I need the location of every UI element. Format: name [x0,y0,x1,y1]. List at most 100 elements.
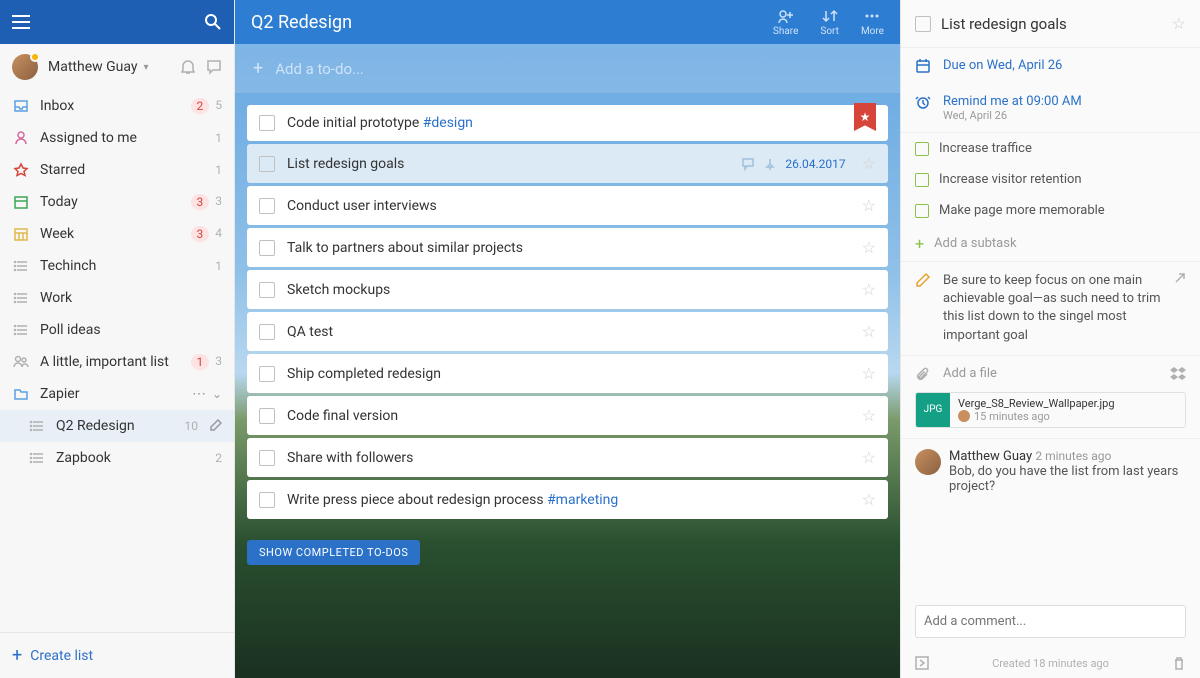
todo-item[interactable]: Talk to partners about similar projects☆ [247,228,888,267]
add-subtask-row[interactable]: +Add a subtask [901,226,1200,261]
count: 3 [215,194,222,210]
add-todo-row[interactable]: + [235,44,900,93]
sidebar-sublist-zapbook[interactable]: Zapbook2 [0,442,234,474]
comment-input[interactable] [915,605,1186,638]
note-row[interactable]: Be sure to keep focus on one main achiev… [901,262,1200,355]
star-icon[interactable]: ☆ [1172,14,1186,33]
pencil-icon[interactable] [210,419,222,433]
file-attachment[interactable]: JPG Verge_S8_Review_Wallpaper.jpg 15 min… [915,392,1186,428]
reminder-text: Remind me at 09:00 AM [943,94,1082,109]
reminder-row[interactable]: Remind me at 09:00 AM Wed, April 26 [901,84,1200,132]
sidebar-item-today[interactable]: Today 33 [0,186,234,218]
share-button[interactable]: Share [773,8,798,37]
sidebar-item-label: Week [40,226,74,242]
clock-icon [915,94,933,110]
count: 2 [215,451,222,465]
add-file-row[interactable]: Add a file [901,356,1200,392]
file-thumb: JPG [916,393,950,427]
due-date-row[interactable]: Due on Wed, April 26 [901,48,1200,84]
star-icon[interactable]: ☆ [862,154,876,173]
todo-checkbox[interactable] [259,492,275,508]
todo-checkbox[interactable] [259,198,275,214]
star-icon[interactable]: ☆ [862,490,876,509]
add-todo-input[interactable] [275,60,882,78]
sort-button[interactable]: Sort [820,8,839,37]
chevron-down-icon[interactable]: ⌄ [212,387,222,401]
add-file-text: Add a file [943,366,997,381]
sidebar-item-inbox[interactable]: Inbox25 [0,90,234,122]
todo-checkbox[interactable] [259,408,275,424]
detail-title: List redesign goals [941,15,1172,33]
todo-checkbox[interactable] [259,282,275,298]
user-name: Matthew Guay [48,59,138,75]
todo-item[interactable]: Ship completed redesign☆ [247,354,888,393]
todo-item[interactable]: Code final version☆ [247,396,888,435]
todo-item[interactable]: List redesign goals26.04.2017☆ [247,144,888,183]
star-icon[interactable]: ☆ [862,364,876,383]
todo-checkbox[interactable] [259,450,275,466]
show-completed-button[interactable]: SHOW COMPLETED TO-DOS [247,540,420,565]
sidebar-item-assigned-to-me[interactable]: Assigned to me1 [0,122,234,154]
todo-checkbox[interactable] [259,115,275,131]
todo-checkbox[interactable] [259,240,275,256]
comment-icon[interactable] [741,157,755,171]
create-list-button[interactable]: + Create list [0,632,234,678]
todo-checkbox[interactable] [259,366,275,382]
list-icon [12,289,30,307]
avatar [12,54,38,80]
hamburger-icon[interactable] [12,15,30,29]
collapse-icon[interactable] [915,656,929,670]
sidebar-item-work[interactable]: Work [0,282,234,314]
subtask-checkbox[interactable] [915,173,929,187]
subtasks: Increase traffice Increase visitor retent… [901,133,1200,262]
todo-item[interactable]: Sketch mockups☆ [247,270,888,309]
sidebar-item-starred[interactable]: Starred1 [0,154,234,186]
sidebar-item-label: Inbox [40,98,74,114]
more-button[interactable]: More [861,8,884,37]
sidebar-item-week[interactable]: Week34 [0,218,234,250]
bell-icon[interactable] [180,59,196,75]
star-icon[interactable]: ☆ [862,322,876,341]
comment-author: Matthew Guay [949,449,1032,464]
search-icon[interactable] [204,13,222,31]
todo-text: Write press piece about redesign process… [287,492,854,508]
sidebar-item-techinch[interactable]: Techinch1 [0,250,234,282]
badge: 3 [191,194,210,210]
star-icon[interactable]: ☆ [862,448,876,467]
trash-icon[interactable] [1172,656,1186,670]
subtask-checkbox[interactable] [915,204,929,218]
todo-checkbox[interactable] [259,156,275,172]
star-icon[interactable]: ☆ [862,238,876,257]
subtask-item[interactable]: Make page more memorable [901,195,1200,226]
star-icon[interactable]: ☆ [862,280,876,299]
subtask-checkbox[interactable] [915,142,929,156]
chat-icon[interactable] [206,59,222,75]
count: 1 [215,131,222,145]
sidebar-sublist-q-redesign[interactable]: Q2 Redesign10 [0,410,234,442]
sidebar-folder-zapier[interactable]: Zapier⋯⌄ [0,378,234,410]
expand-icon[interactable] [1174,272,1186,345]
created-text: Created 18 minutes ago [929,657,1172,670]
sidebar-item-label: Today [40,194,78,210]
todo-checkbox[interactable] [259,324,275,340]
star-icon[interactable]: ☆ [862,406,876,425]
user-row[interactable]: Matthew Guay ▾ [0,44,234,90]
todo-item[interactable]: Write press piece about redesign process… [247,480,888,519]
star-icon[interactable]: ☆ [862,196,876,215]
badge: 1 [191,354,210,370]
more-icon[interactable]: ⋯ [192,386,206,402]
pin-icon[interactable] [763,157,777,171]
dropbox-icon[interactable] [1170,367,1186,381]
detail-checkbox[interactable] [915,16,931,32]
todo-item[interactable]: Code initial prototype #design★ [247,105,888,141]
sidebar-item-label: Techinch [40,258,96,274]
subtask-text: Increase traffice [939,141,1032,156]
sidebar-item-poll-ideas[interactable]: Poll ideas [0,314,234,346]
todo-item[interactable]: Conduct user interviews☆ [247,186,888,225]
todo-item[interactable]: QA test☆ [247,312,888,351]
plus-icon: + [12,645,22,666]
todo-item[interactable]: Share with followers☆ [247,438,888,477]
subtask-item[interactable]: Increase visitor retention [901,164,1200,195]
subtask-item[interactable]: Increase traffice [901,133,1200,164]
sidebar-item-a-little-important-list[interactable]: A little, important list13 [0,346,234,378]
